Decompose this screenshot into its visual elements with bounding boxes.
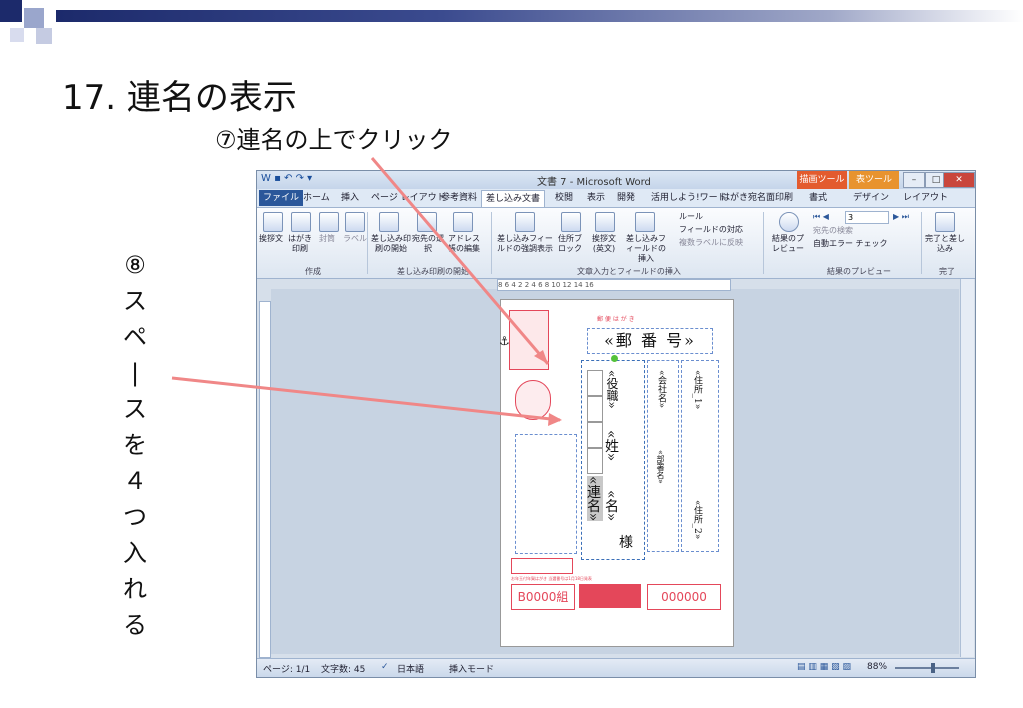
- arrow-head: [548, 413, 562, 426]
- arrow-to-blank-cells: [171, 376, 561, 422]
- arrow-to-rename-field: [370, 157, 550, 365]
- annotation-arrows: [171, 157, 562, 426]
